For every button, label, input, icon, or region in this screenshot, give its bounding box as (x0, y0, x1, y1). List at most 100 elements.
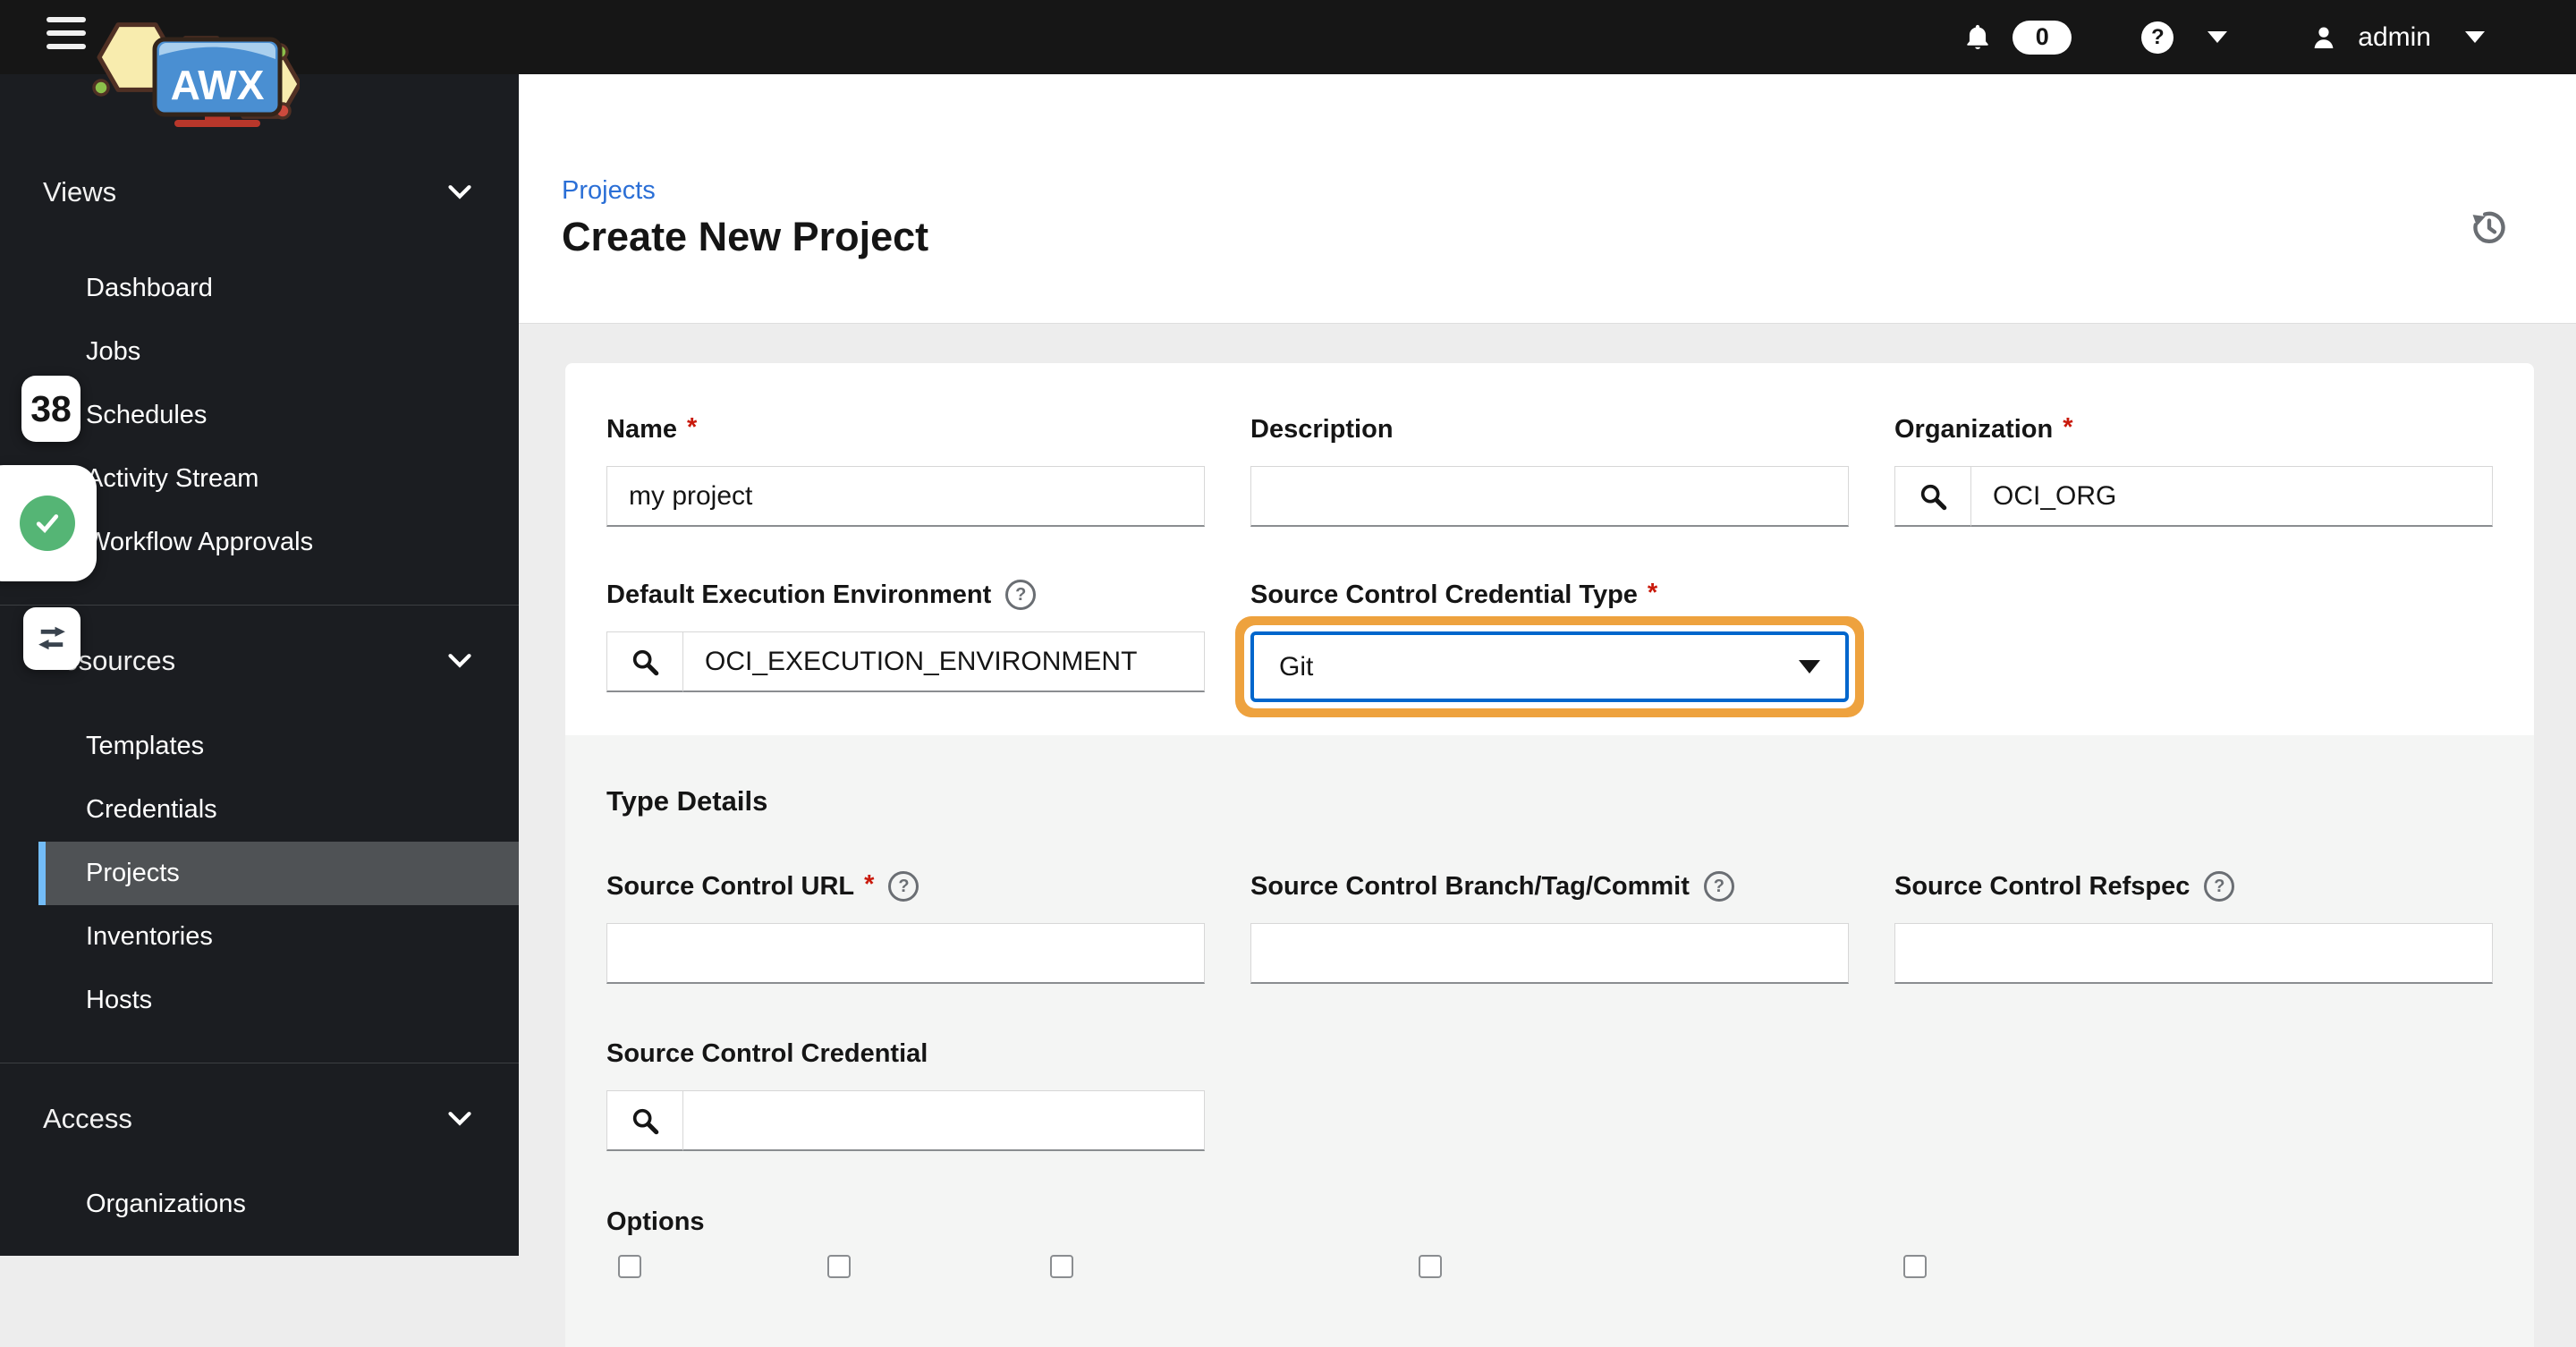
search-icon (630, 1106, 660, 1136)
sidebar-item-label: Templates (86, 732, 204, 761)
awx-logo: AWX (85, 2, 300, 133)
sidebar-item-projects[interactable]: Projects (38, 842, 519, 905)
organization-search-button[interactable] (1894, 466, 1971, 527)
scm-url-input[interactable] (606, 923, 1205, 984)
required-asterisk: * (864, 870, 874, 900)
help-icon[interactable]: ? (888, 871, 919, 902)
scm-branch-input[interactable] (1250, 923, 1849, 984)
option-checkbox[interactable] (1903, 1255, 1927, 1278)
sidebar-item-label: Activity Stream (86, 464, 258, 494)
option-checkbox[interactable] (618, 1255, 641, 1278)
awx-logo-text: AWX (171, 62, 265, 108)
option-checkbox[interactable] (1419, 1255, 1442, 1278)
help-icon[interactable]: ? (1704, 871, 1734, 902)
sidebar-item-credentials[interactable]: Credentials (0, 778, 519, 842)
user-caret-icon (2465, 31, 2485, 43)
sidebar-item-organizations[interactable]: Organizations (0, 1173, 519, 1236)
scm-url-label: Source Control URL (606, 872, 854, 902)
nav-group-views-label: Views (43, 176, 116, 208)
nav-toggle-icon[interactable] (47, 17, 86, 57)
user-menu[interactable]: admin (2309, 22, 2485, 53)
execution-environment-search-button[interactable] (606, 631, 683, 692)
default-execution-environment-field-group: Default Execution Environment? (606, 581, 1205, 702)
execution-environment-input[interactable] (683, 631, 1205, 692)
scm-url-field-group: Source Control URL *? (606, 873, 1205, 984)
default-execution-environment-label: Default Execution Environment (606, 580, 991, 610)
description-field-group: Description (1250, 416, 1849, 527)
nav-divider (0, 605, 519, 606)
nav-group-access-label: Access (43, 1103, 132, 1135)
notifications-count-badge: 0 (2012, 21, 2072, 55)
options-label: Options (606, 1207, 705, 1237)
scm-branch-label: Source Control Branch/Tag/Commit (1250, 872, 1690, 902)
scm-credential-label: Source Control Credential (606, 1039, 928, 1069)
help-icon[interactable]: ? (2204, 871, 2234, 902)
overlay-success-card (0, 465, 97, 581)
sidebar-item-label: Inventories (86, 922, 213, 952)
overlay-count-badge: 38 (21, 376, 80, 442)
chevron-down-icon (447, 183, 472, 201)
search-icon (630, 647, 660, 677)
scm-credential-search-button[interactable] (606, 1090, 683, 1151)
organization-label: Organization (1894, 415, 2053, 445)
sidebar-item-label: Projects (86, 859, 180, 888)
scm-refspec-input[interactable] (1894, 923, 2493, 984)
scm-credential-type-select[interactable]: Git (1250, 631, 1849, 702)
page-header: Projects Create New Project (519, 74, 2576, 323)
notifications-button[interactable]: 0 (1962, 21, 2072, 55)
sidebar-item-label: Schedules (86, 401, 207, 430)
help-icon: ? (2141, 21, 2174, 54)
description-input[interactable] (1250, 466, 1849, 527)
sidebar-item-label: Hosts (86, 986, 152, 1015)
scm-refspec-field-group: Source Control Refspec? (1894, 873, 2493, 984)
name-field-group: Name * (606, 416, 1205, 527)
sidebar-item-label: Dashboard (86, 274, 213, 303)
user-icon (2309, 23, 2338, 52)
breadcrumb-projects-link[interactable]: Projects (562, 176, 656, 206)
description-label: Description (1250, 415, 1394, 445)
main-content: Projects Create New Project Name* Descr (519, 74, 2576, 1256)
chevron-down-icon (447, 1110, 472, 1128)
check-icon (20, 496, 75, 551)
help-caret-icon (2207, 31, 2227, 43)
scm-credential-type-value: Git (1279, 652, 1313, 682)
select-caret-icon (1799, 660, 1820, 674)
search-icon (1918, 481, 1948, 512)
username-label: admin (2358, 22, 2431, 53)
scm-credential-type-label: Source Control Credential Type (1250, 580, 1638, 610)
history-icon[interactable] (2470, 208, 2508, 250)
sidebar-item-inventories[interactable]: Inventories (0, 905, 519, 969)
scm-credential-type-field-group: Source Control Credential Type * Git (1250, 581, 1849, 702)
organization-input[interactable] (1971, 466, 2493, 527)
masthead: AWX 0 ? admin (0, 0, 2576, 74)
name-input[interactable] (606, 466, 1205, 527)
sidebar-item-hosts[interactable]: Hosts (0, 969, 519, 1032)
bell-icon (1962, 22, 1993, 53)
scm-refspec-label: Source Control Refspec (1894, 872, 2190, 902)
sidebar-item-jobs[interactable]: Jobs (0, 320, 519, 384)
name-label: Name (606, 415, 677, 445)
option-checkbox[interactable] (1050, 1255, 1073, 1278)
nav-group-access[interactable]: Access (0, 1090, 519, 1148)
page-title: Create New Project (562, 214, 928, 260)
overlay-swap-button[interactable] (23, 607, 80, 670)
sidebar-item-templates[interactable]: Templates (0, 715, 519, 778)
sidebar-item-label: Credentials (86, 795, 217, 825)
sidebar-item-label: Workflow Approvals (86, 528, 313, 557)
required-asterisk: * (687, 413, 697, 443)
chevron-down-icon (447, 652, 472, 670)
sidebar-item-label: Organizations (86, 1190, 246, 1219)
page-body: Name * Description Organization * (519, 323, 2576, 1256)
option-checkbox[interactable] (827, 1255, 851, 1278)
required-asterisk: * (2063, 413, 2072, 443)
swap-arrows-icon (33, 620, 71, 657)
help-menu[interactable]: ? (2141, 21, 2227, 54)
required-asterisk: * (1648, 579, 1657, 608)
help-icon[interactable]: ? (1005, 580, 1036, 610)
sidebar-item-label: Jobs (86, 337, 140, 367)
type-details-heading: Type Details (606, 785, 2492, 818)
scm-credential-input[interactable] (683, 1090, 1205, 1151)
sidebar-item-dashboard[interactable]: Dashboard (0, 257, 519, 320)
options-checkbox-row (606, 1255, 2492, 1291)
nav-group-views[interactable]: Views (0, 164, 519, 221)
